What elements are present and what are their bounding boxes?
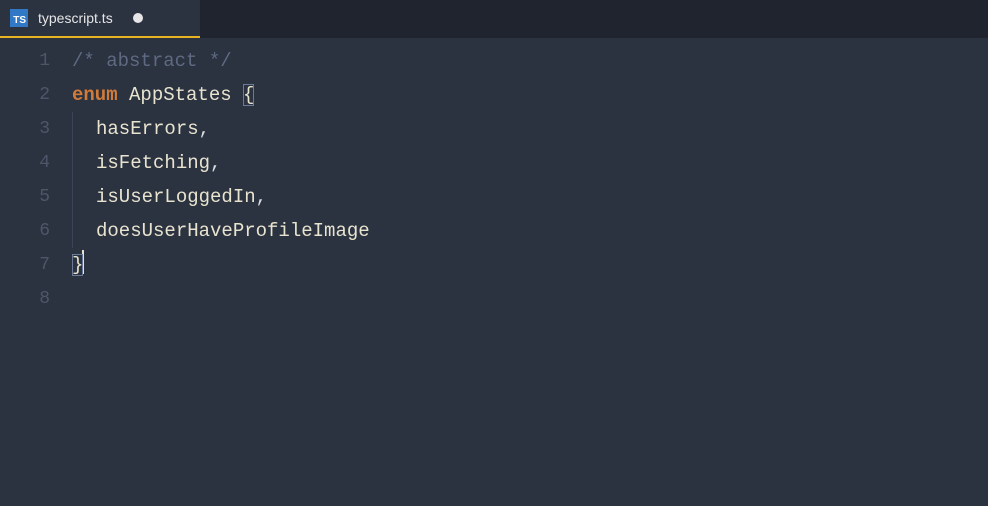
code-line[interactable]: isFetching, <box>72 146 988 180</box>
text-cursor <box>82 250 84 274</box>
indent-guide <box>72 214 96 248</box>
code-editor[interactable]: 12345678 /* abstract */enum AppStates {h… <box>0 38 988 506</box>
line-number: 8 <box>39 282 50 316</box>
indent-guide <box>72 112 96 146</box>
line-number: 4 <box>39 146 50 180</box>
token-type: AppStates <box>129 84 232 106</box>
line-number: 6 <box>39 214 50 248</box>
token-space <box>232 84 243 106</box>
line-number: 3 <box>39 112 50 146</box>
typescript-icon: TS <box>10 9 28 27</box>
token-brace-match: { <box>243 84 254 106</box>
token-punct: , <box>210 152 221 174</box>
token-ident: doesUserHaveProfileImage <box>96 220 370 242</box>
code-area[interactable]: /* abstract */enum AppStates {hasErrors,… <box>72 44 988 506</box>
indent-guide <box>72 180 96 214</box>
line-number: 2 <box>39 78 50 112</box>
line-number: 7 <box>39 248 50 282</box>
tab-typescript[interactable]: TS typescript.ts <box>0 0 200 38</box>
line-number-gutter: 12345678 <box>0 44 72 506</box>
token-ident: isFetching <box>96 152 210 174</box>
code-line[interactable]: isUserLoggedIn, <box>72 180 988 214</box>
code-line[interactable]: doesUserHaveProfileImage <box>72 214 988 248</box>
code-line[interactable]: /* abstract */ <box>72 44 988 78</box>
token-punct: , <box>256 186 267 208</box>
unsaved-indicator-icon <box>133 13 143 23</box>
tab-bar: TS typescript.ts <box>0 0 988 38</box>
token-keyword: enum <box>72 84 118 106</box>
token-comment: /* abstract */ <box>72 50 232 72</box>
tab-title: typescript.ts <box>38 10 113 26</box>
token-space <box>118 84 129 106</box>
line-number: 5 <box>39 180 50 214</box>
code-line[interactable]: enum AppStates { <box>72 78 988 112</box>
code-line[interactable]: hasErrors, <box>72 112 988 146</box>
line-number: 1 <box>39 44 50 78</box>
code-line[interactable] <box>72 282 988 316</box>
token-punct: , <box>199 118 210 140</box>
token-ident: hasErrors <box>96 118 199 140</box>
code-line[interactable]: } <box>72 248 988 282</box>
token-ident: isUserLoggedIn <box>96 186 256 208</box>
indent-guide <box>72 146 96 180</box>
